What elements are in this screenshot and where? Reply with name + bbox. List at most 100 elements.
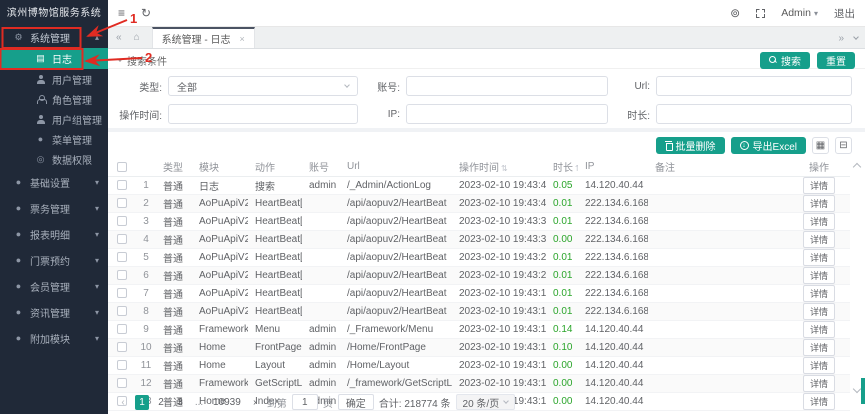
sidebar-item-logs[interactable]: ▤日志 — [0, 48, 108, 69]
select-all-checkbox[interactable] — [117, 162, 127, 172]
close-icon[interactable]: × — [240, 34, 245, 44]
detail-button[interactable]: 详情 — [803, 177, 835, 194]
detail-button[interactable]: 详情 — [803, 231, 835, 248]
print-button[interactable]: ⊟ — [835, 137, 852, 154]
reset-button[interactable]: 重置 — [817, 52, 855, 69]
row-checkbox[interactable] — [117, 198, 127, 208]
scrollbar-thumb[interactable] — [861, 378, 865, 404]
row-checkbox[interactable] — [117, 306, 127, 316]
sidebar-item-news-management[interactable]: ●资讯管理▾ — [0, 299, 108, 325]
filter-ip-field — [406, 104, 608, 125]
page-size-select[interactable]: 20 条/页 — [456, 394, 516, 410]
search-conditions-toggle[interactable]: 搜索条件 — [118, 53, 167, 68]
goto-confirm-button[interactable]: 确定 — [338, 394, 374, 410]
filter-url-input[interactable] — [656, 76, 852, 96]
export-excel-button[interactable]: ↓ 导出Excel — [731, 137, 806, 154]
detail-button[interactable]: 详情 — [803, 249, 835, 266]
row-checkbox[interactable] — [117, 360, 127, 370]
detail-button[interactable]: 详情 — [803, 339, 835, 356]
row-checkbox[interactable] — [117, 234, 127, 244]
chevron-down-icon[interactable] — [853, 34, 859, 40]
page-button-1[interactable]: 1 — [135, 395, 149, 410]
collapse-tabs-icon[interactable]: « — [116, 32, 122, 43]
sidebar-item-ticket-management[interactable]: ●票务管理▾ — [0, 195, 108, 221]
detail-button[interactable]: 详情 — [803, 267, 835, 284]
sidebar-item-addon-modules[interactable]: ●附加模块▾ — [0, 325, 108, 351]
chevron-down-icon: ▾ — [95, 308, 99, 317]
detail-button[interactable]: 详情 — [803, 357, 835, 374]
tab-system-logs[interactable]: 系统管理 - 日志 × — [152, 27, 255, 48]
column-settings-button[interactable]: ▦ — [812, 137, 829, 154]
sidebar-item-basic-settings[interactable]: ●基础设置▾ — [0, 169, 108, 195]
message-icon[interactable]: ⊚ — [730, 6, 740, 20]
page-button-10939[interactable]: 10939 — [211, 395, 243, 410]
filter-ip-input[interactable] — [406, 104, 608, 124]
expand-tabs-icon[interactable]: » — [838, 33, 844, 44]
sidebar-item-data-permission[interactable]: ◎数据权限 — [0, 149, 108, 169]
detail-button[interactable]: 详情 — [803, 195, 835, 212]
menu-collapse-icon[interactable]: ≡ — [118, 6, 125, 20]
chevron-down-icon: ▾ — [95, 230, 99, 239]
table-row: 2普通AoPuApiV2HeartBeat[P]/api/aopuv2/Hear… — [108, 194, 850, 212]
sidebar-item-role-management[interactable]: 角色管理 — [0, 89, 108, 109]
row-checkbox[interactable] — [117, 270, 127, 280]
row-checkbox[interactable] — [117, 342, 127, 352]
detail-button[interactable]: 详情 — [803, 213, 835, 230]
sidebar-item-report-details[interactable]: ●报表明细▾ — [0, 221, 108, 247]
batch-delete-button[interactable]: 批量删除 — [656, 137, 725, 154]
goto-page-input[interactable] — [292, 394, 318, 410]
col-duration[interactable]: 时长⇅ — [546, 158, 578, 176]
table-row: 10普通HomeFrontPageadmin/Home/FrontPage202… — [108, 338, 850, 356]
user-menu[interactable]: Admin ▾ — [781, 7, 818, 19]
home-icon[interactable]: ⌂ — [134, 32, 140, 43]
page-button-3[interactable]: 3 — [173, 395, 187, 410]
cell-module: Framework — [192, 374, 248, 392]
col-time[interactable]: 操作时间⇅ — [452, 158, 546, 176]
scroll-down-icon[interactable] — [853, 385, 861, 393]
filter-type-select[interactable]: 全部 — [168, 76, 358, 96]
col-account: 账号 — [302, 158, 340, 176]
cell-module: AoPuApiV2 — [192, 230, 248, 248]
refresh-icon[interactable]: ↻ — [141, 6, 151, 20]
sidebar-item-user-management[interactable]: 用户管理 — [0, 69, 108, 89]
page-button-2[interactable]: 2 — [154, 395, 168, 410]
sidebar-item-ticket-reservation[interactable]: ●门票预约▾ — [0, 247, 108, 273]
cell-remark — [648, 248, 788, 266]
filter-optime-input[interactable] — [168, 104, 358, 124]
cell-url: /_framework/GetScriptLangua — [340, 374, 452, 392]
prev-page-button[interactable]: ‹ — [116, 395, 130, 410]
sidebar-item-user-group-management[interactable]: 用户组管理 — [0, 109, 108, 129]
row-checkbox[interactable] — [117, 252, 127, 262]
sort-icon[interactable]: ⇅ — [575, 164, 578, 173]
filter-account-input[interactable] — [406, 76, 608, 96]
search-button[interactable]: 搜索 — [760, 52, 810, 69]
goto-suffix: 页 — [323, 395, 333, 410]
row-checkbox[interactable] — [117, 180, 127, 190]
cell-action: HeartBeat[P] — [248, 266, 302, 284]
row-checkbox[interactable] — [117, 324, 127, 334]
scroll-up-icon[interactable] — [853, 163, 861, 171]
cell-account: admin — [302, 356, 340, 374]
sort-icon[interactable]: ⇅ — [501, 164, 508, 173]
detail-button[interactable]: 详情 — [803, 393, 835, 410]
table-row: 1普通日志搜索admin/_Admin/ActionLog2023-02-10 … — [108, 176, 850, 194]
next-page-button[interactable]: › — [248, 395, 262, 410]
cell-type: 普通 — [156, 248, 192, 266]
row-checkbox[interactable] — [117, 216, 127, 226]
sidebar-item-menu-management[interactable]: ●菜单管理 — [0, 129, 108, 149]
cell-duration: 0.01 — [546, 194, 578, 212]
fullscreen-icon[interactable] — [756, 9, 765, 18]
logout-button[interactable]: 退出 — [834, 6, 855, 21]
sidebar-item-member-management[interactable]: ●会员管理▾ — [0, 273, 108, 299]
detail-button[interactable]: 详情 — [803, 285, 835, 302]
detail-button[interactable]: 详情 — [803, 321, 835, 338]
topbar: ≡ ↻ ⊚ Admin ▾ 退出 — [108, 0, 865, 27]
detail-button[interactable]: 详情 — [803, 375, 835, 392]
detail-button[interactable]: 详情 — [803, 303, 835, 320]
row-checkbox[interactable] — [117, 288, 127, 298]
cell-url: /_Framework/Menu — [340, 320, 452, 338]
sidebar-item-system-management[interactable]: ⚙系统管理▴ — [0, 27, 108, 48]
row-checkbox[interactable] — [117, 378, 127, 388]
cell-no: 6 — [136, 266, 156, 284]
filter-duration-input[interactable] — [656, 104, 852, 124]
